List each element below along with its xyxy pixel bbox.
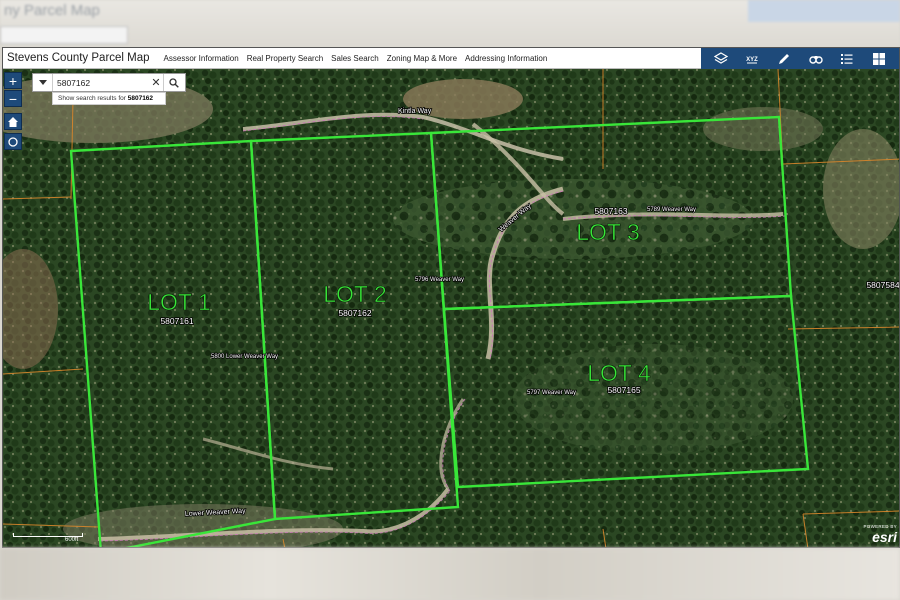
header-toolbar: XYZ <box>701 48 899 69</box>
scale-bar: 600ft <box>13 533 83 543</box>
legend-list-icon <box>841 53 853 64</box>
lot-3-label: LOT 3 <box>576 219 640 245</box>
road-kintla-way: Kintla Way <box>398 108 432 115</box>
road-lower-weaver-way: Lower Weaver Way <box>185 508 246 518</box>
find-button[interactable] <box>807 51 825 67</box>
binoculars-icon <box>809 55 823 64</box>
address-5800: 5800 Lower Weaver Way <box>211 354 278 360</box>
search-icon <box>168 77 179 88</box>
address-5789: 5789 Weaver Way <box>647 207 696 213</box>
lot-1-parcel: 5807161 <box>160 316 193 326</box>
svg-text:XYZ: XYZ <box>747 57 759 63</box>
suggestion-prefix: Show search results for <box>58 95 128 102</box>
road-weaver-way: Weaver Way <box>498 202 533 233</box>
nav-real-property-search[interactable]: Real Property Search <box>247 54 323 63</box>
lot-3-parcel: 5807163 <box>594 206 627 216</box>
locate-button[interactable] <box>4 133 22 150</box>
neighbor-parcel: 5807584 <box>866 280 899 290</box>
lot-1-label: LOT 1 <box>147 289 211 315</box>
esri-logo[interactable]: POWERED BY esri <box>863 524 897 547</box>
zoom-out-button[interactable]: − <box>4 90 22 107</box>
lot-2-parcel: 5807162 <box>338 308 371 318</box>
layers-button[interactable] <box>712 51 730 67</box>
app-header: Stevens County Parcel Map Assessor Infor… <box>3 48 899 69</box>
search-input[interactable] <box>53 74 149 91</box>
search-widget: ✕ <box>32 73 186 92</box>
lot-4-parcel: 5807165 <box>607 385 640 395</box>
esri-brand: esri <box>872 529 897 545</box>
measure-button[interactable] <box>775 51 793 67</box>
nav-sales-search[interactable]: Sales Search <box>331 54 379 63</box>
lot-4-label: LOT 4 <box>587 360 651 386</box>
background-browser-chrome: ny Parcel Map <box>0 0 900 48</box>
search-source-dropdown[interactable] <box>33 74 53 91</box>
search-suggestion[interactable]: Show search results for 5807162 <box>52 92 166 105</box>
address-5797: 5797 Weaver Way <box>527 390 576 396</box>
nav-assessor-information[interactable]: Assessor Information <box>164 54 239 63</box>
nav-zoning-map[interactable]: Zoning Map & More <box>387 54 457 63</box>
background-address-box <box>0 26 128 44</box>
locate-icon <box>8 136 18 147</box>
background-title: ny Parcel Map <box>4 2 100 19</box>
suggestion-value: 5807162 <box>127 95 154 102</box>
home-icon <box>8 116 18 127</box>
caret-down-icon <box>38 79 47 85</box>
measure-pencil-icon <box>779 53 790 64</box>
background-bottom <box>0 548 900 600</box>
legend-button[interactable] <box>838 51 856 67</box>
grid-apps-icon <box>873 52 886 65</box>
coordinates-button[interactable]: XYZ <box>743 51 761 67</box>
xyz-icon: XYZ <box>747 57 759 63</box>
address-5796: 5796 Weaver Way <box>415 277 464 283</box>
zoom-control: + − <box>4 72 22 107</box>
parcel-map-app: Stevens County Parcel Map Assessor Infor… <box>2 47 900 548</box>
background-toolbar <box>748 0 900 22</box>
map-labels-layer: LOT 1 LOT 2 LOT 3 LOT 4 5807161 5807162 … <box>147 107 899 519</box>
zoom-in-button[interactable]: + <box>4 72 22 89</box>
home-button[interactable] <box>4 113 22 130</box>
map-view[interactable]: LOT 1 LOT 2 LOT 3 LOT 4 5807161 5807162 … <box>3 69 899 547</box>
search-button[interactable] <box>163 74 183 91</box>
app-title: Stevens County Parcel Map <box>7 52 150 64</box>
nav-addressing-information[interactable]: Addressing Information <box>465 54 547 63</box>
layers-icon <box>713 51 728 64</box>
lot-2-label: LOT 2 <box>323 281 387 307</box>
basemap-gallery-button[interactable] <box>870 51 888 67</box>
clear-search-button[interactable]: ✕ <box>149 76 163 89</box>
scale-bar-label: 600ft <box>65 537 79 543</box>
